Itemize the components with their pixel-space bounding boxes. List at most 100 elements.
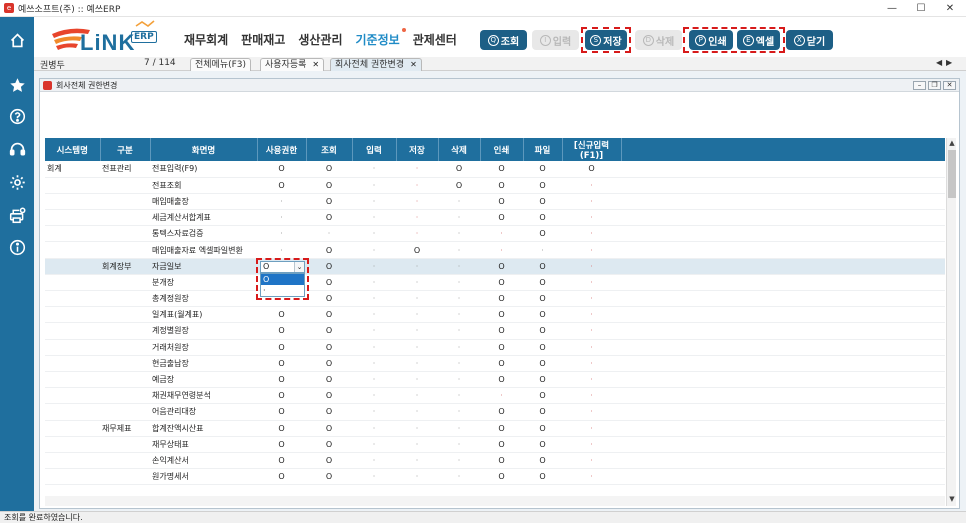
delete-cell[interactable]: · xyxy=(438,339,480,356)
save-cell[interactable]: · xyxy=(396,371,438,389)
input-cell[interactable]: · xyxy=(352,387,396,405)
print-cell[interactable]: O xyxy=(480,436,523,453)
table-row[interactable]: 회계장부 자금일보 O · · · O O · xyxy=(45,258,945,275)
table-row[interactable]: 매입매출자료 엑셀파일변환 · O · O · · · · xyxy=(45,241,945,259)
save-cell[interactable]: · xyxy=(396,193,438,211)
delete-cell[interactable]: · xyxy=(438,258,480,275)
file-cell[interactable]: O xyxy=(523,322,562,340)
print-cell[interactable]: · xyxy=(480,225,523,243)
input-cell[interactable]: · xyxy=(352,420,396,437)
save-cell[interactable]: · xyxy=(396,355,438,372)
table-row[interactable]: 예금장 O O · · · O O · xyxy=(45,371,945,389)
minimize-button[interactable]: — xyxy=(877,0,907,17)
print-cell[interactable]: O xyxy=(480,274,523,292)
input-cell[interactable]: · xyxy=(352,468,396,486)
table-row[interactable]: 재무상태표 O O · · · O O · xyxy=(45,436,945,453)
new-input-cell[interactable]: · xyxy=(562,468,621,486)
save-cell[interactable]: · xyxy=(396,290,438,308)
col-header[interactable]: 인쇄 xyxy=(480,138,524,161)
close-button[interactable]: X 닫기 xyxy=(786,30,833,50)
printer-settings-icon[interactable] xyxy=(0,202,34,228)
delete-cell[interactable]: · xyxy=(438,306,480,324)
delete-cell[interactable]: · xyxy=(438,209,480,227)
scroll-down-icon[interactable]: ▼ xyxy=(947,494,957,504)
tabs-next-icon[interactable]: ▶ xyxy=(946,58,952,67)
save-cell[interactable]: · xyxy=(396,225,438,243)
inner-minimize-button[interactable]: – xyxy=(913,81,926,90)
save-cell[interactable]: · xyxy=(396,403,438,421)
save-cell[interactable]: O xyxy=(396,241,438,259)
file-cell[interactable]: O xyxy=(523,355,562,372)
save-cell[interactable]: · xyxy=(396,420,438,437)
query-cell[interactable]: O xyxy=(306,290,352,308)
table-row[interactable]: 현금출납장 O O · · · O O · xyxy=(45,355,945,372)
home-icon[interactable] xyxy=(0,27,34,53)
delete-cell[interactable]: · xyxy=(438,274,480,292)
query-cell[interactable]: O xyxy=(306,161,352,178)
col-header[interactable]: 조회 xyxy=(306,138,353,161)
table-row[interactable]: 일계표(월계표) O O · · · O O · xyxy=(45,306,945,324)
query-cell[interactable]: O xyxy=(306,355,352,372)
save-cell[interactable]: · xyxy=(396,161,438,178)
gear-icon[interactable] xyxy=(0,169,34,195)
new-input-cell[interactable]: · xyxy=(562,274,621,292)
col-header[interactable]: 시스템명 xyxy=(45,138,101,161)
query-cell[interactable]: O xyxy=(306,339,352,356)
input-cell[interactable]: · xyxy=(352,209,396,227)
menu-sales-inventory[interactable]: 판매재고 xyxy=(241,31,285,48)
col-header[interactable]: 구분 xyxy=(100,138,151,161)
table-row[interactable]: 통텍스자료검증 · · · · · · O · xyxy=(45,225,945,243)
table-row[interactable]: 어음관리대장 O O · · · O O · xyxy=(45,403,945,421)
col-header[interactable]: 사용권한 xyxy=(257,138,307,161)
inner-close-button[interactable]: ✕ xyxy=(943,81,956,90)
new-input-cell[interactable]: · xyxy=(562,225,621,243)
new-input-cell[interactable]: · xyxy=(562,355,621,372)
file-cell[interactable]: O xyxy=(523,468,562,486)
input-cell[interactable]: · xyxy=(352,339,396,356)
delete-cell[interactable]: · xyxy=(438,468,480,486)
use-permission-cell[interactable]: · xyxy=(257,193,306,211)
file-cell[interactable]: O xyxy=(523,387,562,405)
print-cell[interactable]: · xyxy=(480,387,523,405)
new-input-cell[interactable]: · xyxy=(562,177,621,194)
use-permission-cell[interactable]: O xyxy=(257,403,306,421)
use-permission-cell[interactable]: O xyxy=(257,452,306,470)
horizontal-scrollbar[interactable] xyxy=(45,496,945,506)
delete-cell[interactable]: · xyxy=(438,225,480,243)
col-header[interactable]: 입력 xyxy=(352,138,397,161)
use-permission-cell[interactable]: O xyxy=(257,161,306,178)
delete-cell[interactable]: · xyxy=(438,193,480,211)
new-input-cell[interactable]: · xyxy=(562,436,621,453)
new-input-cell[interactable]: · xyxy=(562,258,621,275)
query-cell[interactable]: O xyxy=(306,371,352,389)
table-row[interactable]: 총계정원장 O · · · O O · xyxy=(45,290,945,308)
save-cell[interactable]: · xyxy=(396,258,438,275)
save-cell[interactable]: · xyxy=(396,339,438,356)
input-cell[interactable]: · xyxy=(352,306,396,324)
print-cell[interactable]: · xyxy=(480,241,523,259)
file-cell[interactable]: O xyxy=(523,274,562,292)
new-input-cell[interactable]: · xyxy=(562,420,621,437)
delete-cell[interactable]: · xyxy=(438,420,480,437)
new-input-cell[interactable]: · xyxy=(562,387,621,405)
input-cell[interactable]: · xyxy=(352,436,396,453)
use-permission-cell[interactable]: O xyxy=(257,371,306,389)
file-cell[interactable]: O xyxy=(523,403,562,421)
file-cell[interactable]: O xyxy=(523,161,562,178)
input-cell[interactable]: · xyxy=(352,241,396,259)
new-input-cell[interactable]: · xyxy=(562,452,621,470)
save-cell[interactable]: · xyxy=(396,436,438,453)
table-row[interactable]: 세금계산서합계표 · O · · · O O · xyxy=(45,209,945,227)
input-cell[interactable]: · xyxy=(352,452,396,470)
delete-cell[interactable]: O xyxy=(438,161,480,178)
col-header[interactable]: [신규입력(F1)] xyxy=(562,138,622,161)
print-cell[interactable]: O xyxy=(480,258,523,275)
query-cell[interactable]: O xyxy=(306,193,352,211)
col-header[interactable]: 저장 xyxy=(396,138,439,161)
new-input-cell[interactable]: · xyxy=(562,306,621,324)
new-input-cell[interactable]: · xyxy=(562,290,621,308)
print-cell[interactable]: O xyxy=(480,420,523,437)
query-cell[interactable]: · xyxy=(306,225,352,243)
input-cell[interactable]: · xyxy=(352,258,396,275)
input-cell[interactable]: · xyxy=(352,161,396,178)
